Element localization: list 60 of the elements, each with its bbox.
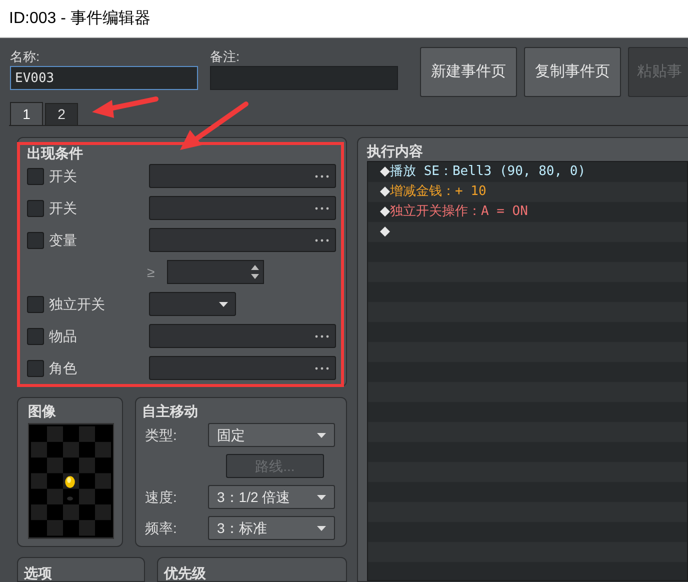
more-icon [315,238,329,242]
checkbox[interactable] [27,328,44,344]
picker-field[interactable] [149,164,336,188]
field-label: 名称: [10,48,41,66]
checkbox[interactable] [27,360,44,376]
more-icon [315,366,329,370]
picker-field[interactable] [149,196,336,220]
more-icon [315,174,329,178]
command-text: 增减金钱：+ 10 [390,183,486,202]
dropdown[interactable] [149,292,236,316]
page-tab[interactable]: 1 [10,102,43,125]
name-field[interactable]: EV003 [10,66,198,90]
more-icon [315,206,329,210]
spin-arrows-icon [251,265,259,279]
caret-icon [317,494,326,500]
field-label: 频率: [144,518,178,538]
command-marker: ◆ [380,223,390,242]
page-tab[interactable]: 2 [45,103,78,125]
picker-field[interactable] [149,356,336,380]
panel-title: 自主移动 [142,402,199,422]
arrow-annotation [180,102,248,150]
window-title: ID:003 - 事件编辑器 [9,8,150,28]
dropdown[interactable]: 3：1/2 倍速 [208,485,335,510]
field-label: 类型: [144,426,178,445]
checkbox[interactable] [27,200,44,216]
command-text: 独立开关操作：A = ON [390,203,528,222]
page-button[interactable]: 新建事件页 [420,47,517,97]
checkbox[interactable] [27,232,44,248]
caret-icon [317,432,326,438]
panel-title: 选项 [24,565,52,581]
condition-label: 开关 [49,198,78,218]
caret-icon [317,526,326,531]
dropdown[interactable]: 3：标准 [208,516,335,540]
command-marker: ◆ [380,163,390,182]
field-label: 速度: [144,488,178,507]
note-field[interactable] [210,66,398,90]
condition-label: 独立开关 [49,294,106,314]
checkbox[interactable] [27,296,44,312]
command-text: 播放 SE：Bell3 (90, 80, 0) [390,163,586,182]
more-icon [315,334,329,338]
panel-title: 出现条件 [27,144,84,163]
condition-label: 物品 [49,326,78,346]
field-label: 备注: [210,48,241,66]
panel-title: 执行内容 [367,142,424,161]
panel-title: 图像 [28,402,57,422]
picker-field[interactable] [149,324,336,348]
panel-title: 优先级 [164,565,206,581]
checkbox[interactable] [27,168,44,184]
page-button[interactable]: 复制事件页 [524,47,621,97]
command-marker: ◆ [380,183,390,202]
condition-label: 变量 [49,230,78,250]
condition-label: 开关 [49,166,78,186]
picker-field[interactable] [149,228,336,252]
number-spinbox[interactable] [167,260,264,284]
condition-label: 角色 [49,358,78,378]
comparison-sign: ≥ [147,262,156,282]
arrow-annotation [92,96,158,118]
command-marker: ◆ [380,203,390,222]
dropdown[interactable]: 固定 [208,423,335,448]
caret-icon [219,302,228,306]
